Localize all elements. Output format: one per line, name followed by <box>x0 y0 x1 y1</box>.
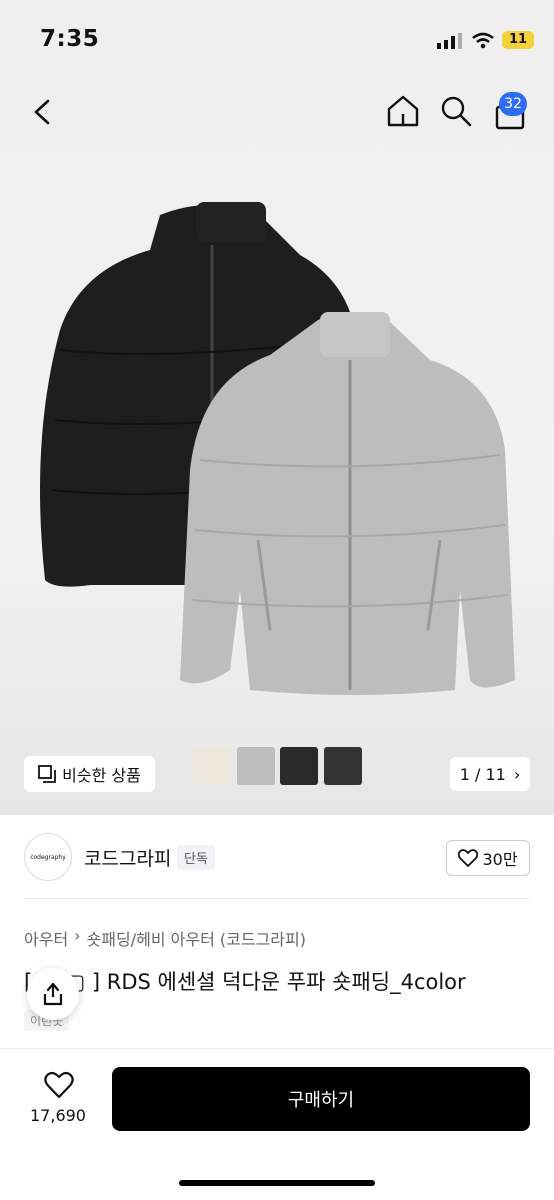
divider <box>24 898 530 899</box>
wifi-icon <box>472 32 494 49</box>
search-icon[interactable] <box>440 95 472 127</box>
color-swatch-charcoal[interactable] <box>324 747 362 785</box>
shop-like-count: 30만 <box>482 850 518 869</box>
wishlist-count: 17,690 <box>30 1106 86 1125</box>
breadcrumb-item-outer[interactable]: 아우터 <box>24 926 68 950</box>
chevron-right-icon: › <box>513 764 521 784</box>
breadcrumb-item-padding[interactable]: 숏패딩/헤비 아우터 (코드그라피) <box>87 926 306 950</box>
image-pager[interactable]: 1 / 11 › <box>450 757 530 791</box>
share-button[interactable] <box>27 968 79 1020</box>
heart-icon <box>458 849 479 867</box>
similar-label: 비슷한 상품 <box>62 766 141 785</box>
back-arrow-icon[interactable] <box>30 98 54 126</box>
shop-like-button[interactable]: 30만 <box>446 840 530 876</box>
signal-icon <box>437 33 462 49</box>
similar-products-button[interactable]: 비슷한 상품 <box>24 756 155 792</box>
product-title: [ ▢ ▢ ] RDS 에센셜 덕다운 푸파 숏패딩_4color <box>24 970 466 994</box>
similar-icon <box>38 765 57 783</box>
exclusive-badge: 단독 <box>177 845 215 870</box>
home-icon[interactable] <box>386 94 420 128</box>
breadcrumb: 아우터 › 숏패딩/헤비 아우터 (코드그라피) <box>24 926 306 950</box>
buy-button[interactable]: 구매하기 <box>112 1067 530 1131</box>
jacket-illustration <box>40 202 515 695</box>
cart-count-badge: 32 <box>499 92 527 116</box>
color-swatch-black[interactable] <box>280 747 318 785</box>
shop-logo[interactable]: codegraphy <box>24 833 72 881</box>
chevron-right-icon: › <box>74 926 81 945</box>
battery-indicator: 11 <box>502 31 534 49</box>
wishlist-heart-icon[interactable] <box>44 1071 74 1099</box>
color-swatch-ivory[interactable] <box>193 747 231 785</box>
page-indicator: 1 / 11 <box>459 764 506 784</box>
shop-name[interactable]: 코드그라피 <box>84 844 171 871</box>
product-image[interactable] <box>0 80 554 815</box>
status-time: 7:35 <box>40 26 100 52</box>
share-icon <box>43 982 63 1006</box>
color-swatch-grey[interactable] <box>237 747 275 785</box>
home-indicator <box>179 1180 375 1186</box>
bottom-bar-divider <box>0 1048 554 1049</box>
